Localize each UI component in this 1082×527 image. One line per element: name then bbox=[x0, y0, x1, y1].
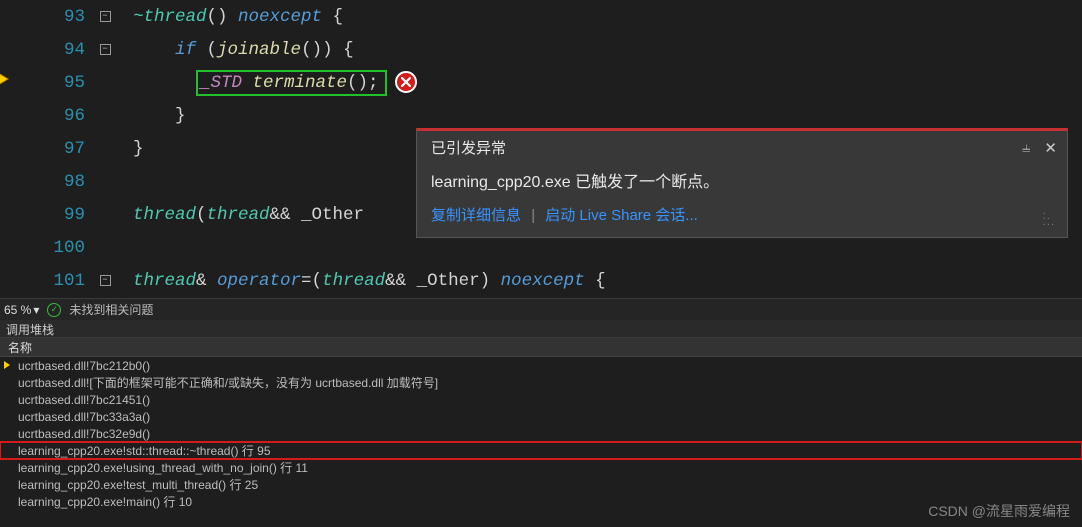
stack-frame[interactable]: learning_cpp20.exe!test_multi_thread() 行… bbox=[0, 476, 1082, 493]
line-number: 96 bbox=[0, 106, 95, 126]
stack-frame[interactable]: learning_cpp20.exe!using_thread_with_no_… bbox=[0, 459, 1082, 476]
line-number: 97 bbox=[0, 139, 95, 159]
chevron-down-icon: ▾ bbox=[33, 303, 39, 317]
check-icon: ✓ bbox=[47, 303, 61, 317]
current-statement-highlight: _STD terminate(); bbox=[196, 70, 387, 96]
line-number: 93 bbox=[0, 7, 95, 27]
callstack-list[interactable]: ucrtbased.dll!7bc212b0()ucrtbased.dll![下… bbox=[0, 357, 1082, 510]
callstack-column-name[interactable]: 名称 bbox=[0, 338, 1082, 357]
copy-details-link[interactable]: 复制详细信息 bbox=[431, 207, 521, 224]
code-line[interactable]: 101−thread& operator=(thread&& _Other) n… bbox=[0, 264, 1082, 297]
pin-icon[interactable]: ⫨ bbox=[1022, 139, 1030, 157]
line-number: 98 bbox=[0, 172, 95, 192]
code-text: thread(thread&& _Other bbox=[115, 205, 364, 225]
close-icon[interactable]: ✕ bbox=[1044, 139, 1057, 157]
separator: | bbox=[531, 207, 535, 224]
fold-toggle[interactable]: − bbox=[95, 275, 115, 286]
code-line[interactable]: 94− if (joinable()) { bbox=[0, 33, 1082, 66]
fold-toggle[interactable]: − bbox=[95, 11, 115, 22]
fold-toggle[interactable]: − bbox=[95, 44, 115, 55]
stack-frame[interactable]: ucrtbased.dll!7bc21451() bbox=[0, 391, 1082, 408]
resize-grip-icon[interactable]: .. .. . . bbox=[1043, 209, 1053, 226]
stack-frame[interactable]: ucrtbased.dll!7bc212b0() bbox=[0, 357, 1082, 374]
exception-title: 已引发异常 bbox=[431, 137, 506, 158]
code-text: ~thread() noexcept { bbox=[115, 7, 343, 27]
stack-frame[interactable]: ucrtbased.dll![下面的框架可能不正确和/或缺失，没有为 ucrtb… bbox=[0, 374, 1082, 391]
stack-frame[interactable]: learning_cpp20.exe!main() 行 10 bbox=[0, 493, 1082, 510]
editor-statusbar: 65 % ▾ ✓ 未找到相关问题 bbox=[0, 298, 1082, 320]
zoom-dropdown[interactable]: 65 % ▾ bbox=[4, 303, 39, 317]
code-text: } bbox=[115, 106, 186, 126]
line-number: 100 bbox=[0, 238, 95, 258]
stack-frame[interactable]: ucrtbased.dll!7bc32e9d() bbox=[0, 425, 1082, 442]
code-text: if (joinable()) { bbox=[115, 40, 354, 60]
stack-frame[interactable]: ucrtbased.dll!7bc33a3a() bbox=[0, 408, 1082, 425]
line-number: 101 bbox=[0, 271, 95, 291]
code-line[interactable]: 95 _STD terminate(); bbox=[0, 66, 1082, 99]
line-number: 95 bbox=[0, 73, 95, 93]
code-line[interactable]: 93−~thread() noexcept { bbox=[0, 0, 1082, 33]
line-number: 99 bbox=[0, 205, 95, 225]
code-text: _STD terminate(); bbox=[115, 70, 417, 96]
zoom-value: 65 % bbox=[4, 303, 31, 317]
breakpoint-arrow-icon bbox=[0, 70, 14, 88]
no-issues-label: 未找到相关问题 bbox=[69, 301, 153, 318]
exception-popup: 已引发异常 ⫨ ✕ learning_cpp20.exe 已触发了一个断点。 复… bbox=[416, 128, 1068, 238]
code-text: thread& operator=(thread&& _Other) noexc… bbox=[115, 271, 606, 291]
code-text: } bbox=[115, 139, 144, 159]
exception-message: learning_cpp20.exe 已触发了一个断点。 bbox=[417, 162, 1067, 196]
callstack-panel-title: 调用堆栈 bbox=[0, 320, 1082, 338]
code-editor[interactable]: 93−~thread() noexcept {94− if (joinable(… bbox=[0, 0, 1082, 298]
liveshare-link[interactable]: 启动 Live Share 会话... bbox=[545, 207, 698, 224]
error-icon[interactable] bbox=[395, 71, 417, 93]
stack-frame[interactable]: learning_cpp20.exe!std::thread::~thread(… bbox=[0, 442, 1082, 459]
line-number: 94 bbox=[0, 40, 95, 60]
